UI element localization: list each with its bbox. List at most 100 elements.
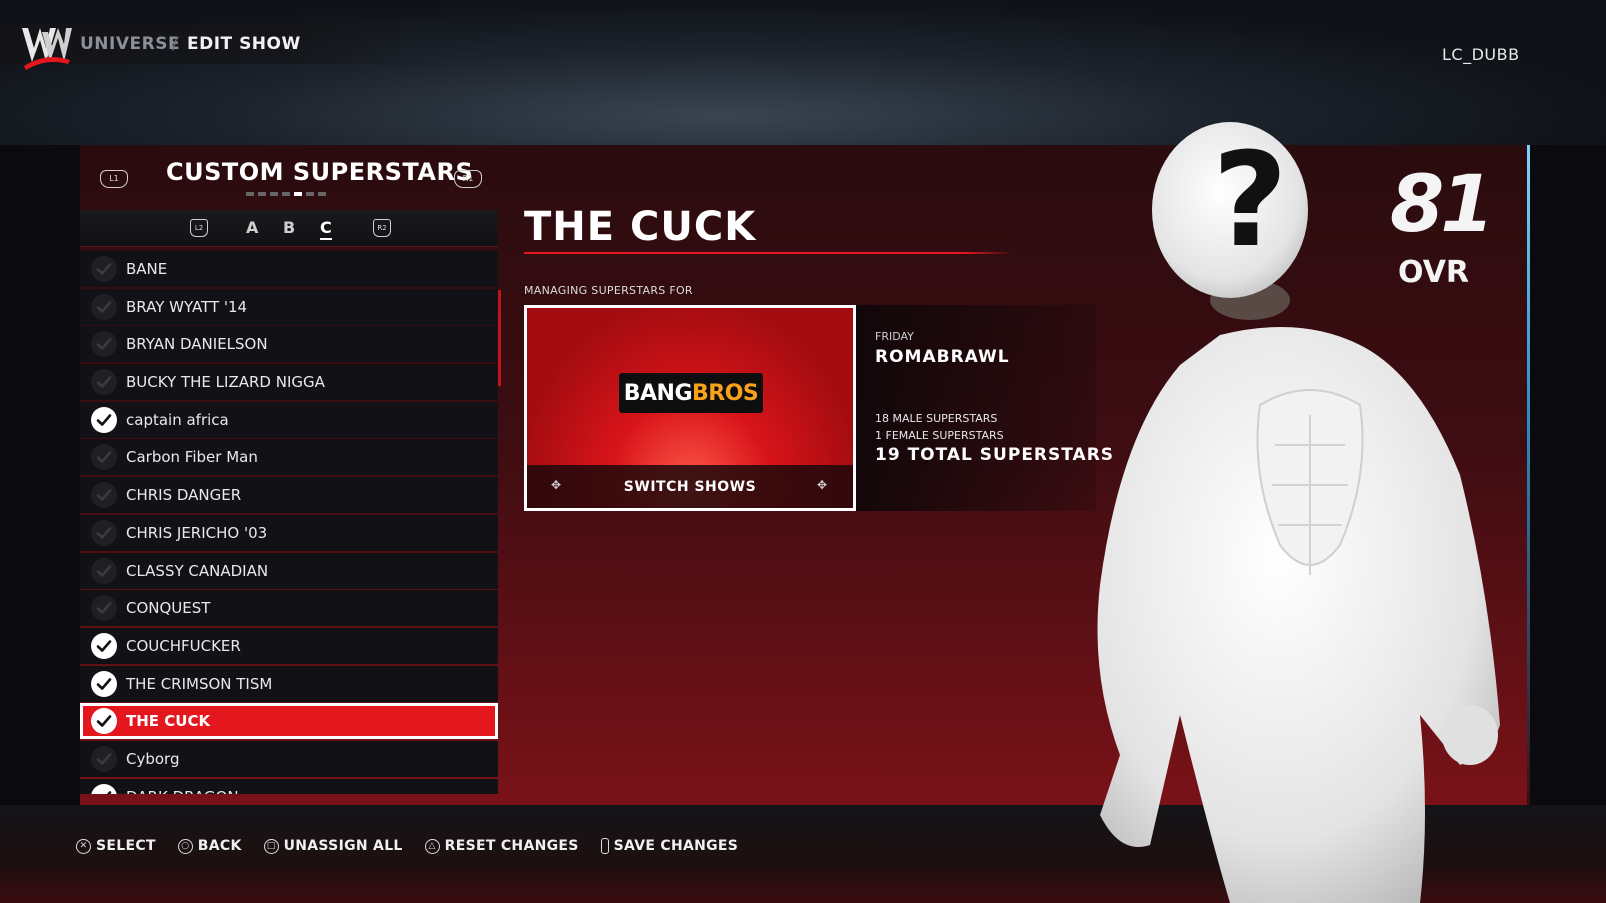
list-item-label: BANE xyxy=(126,260,168,278)
r1-bumper-icon[interactable]: R1 xyxy=(454,170,482,188)
list-item[interactable]: BRYAN DANIELSON xyxy=(80,326,498,363)
breadcrumb-edit-show: EDIT SHOW xyxy=(187,34,301,54)
page-indicator xyxy=(246,192,326,196)
circle-button-icon: ○ xyxy=(177,838,193,854)
male-superstar-count: 18 MALE SUPERSTARS xyxy=(875,412,998,425)
page-dot xyxy=(258,192,266,196)
list-item-label: Cyborg xyxy=(126,749,180,768)
touchpad-button-icon xyxy=(600,838,609,854)
select-label: SELECT xyxy=(96,838,156,854)
selected-superstar-name: THE CUCK xyxy=(524,204,757,250)
page-dot xyxy=(270,192,278,196)
l1-bumper-icon[interactable]: L1 xyxy=(100,170,128,188)
page-dot xyxy=(318,192,326,196)
dpad-right-icon: ✥ xyxy=(817,478,828,492)
list-item-label: BRYAN DANIELSON xyxy=(126,335,268,354)
list-item[interactable]: CONQUEST xyxy=(80,590,498,627)
list-item-label: BRAY WYATT '14 xyxy=(126,297,248,316)
checkmark-icon xyxy=(91,783,117,794)
back-prompt[interactable]: ○ BACK xyxy=(177,838,242,854)
list-item-label: DARK DRAGON xyxy=(126,788,239,794)
reset-changes-label: RESET CHANGES xyxy=(444,838,579,854)
list-item[interactable]: BRAY WYATT '14 xyxy=(80,288,498,325)
checkmark-icon xyxy=(91,670,117,697)
female-superstar-count: 1 FEMALE SUPERSTARS xyxy=(875,429,1004,442)
show-logo-part2: BROS xyxy=(692,380,759,406)
list-item-label: CHRIS DANGER xyxy=(126,486,242,505)
list-item-label: COUCHFUCKER xyxy=(126,636,241,655)
back-label: BACK xyxy=(197,838,242,854)
unchecked-icon xyxy=(91,595,117,622)
reset-changes-prompt[interactable]: △ RESET CHANGES xyxy=(424,838,579,854)
list-item[interactable]: DARK DRAGON xyxy=(80,778,498,794)
list-item[interactable]: COUCHFUCKER xyxy=(80,627,498,664)
triangle-button-icon: △ xyxy=(424,838,440,854)
checkmark-icon xyxy=(91,406,117,433)
switch-shows-label: SWITCH SHOWS xyxy=(623,478,757,495)
page-dot xyxy=(282,192,290,196)
list-item[interactable]: CHRIS DANGER xyxy=(80,477,498,514)
show-logo-part1: BANG xyxy=(623,380,693,406)
select-prompt[interactable]: ✕ SELECT xyxy=(76,838,156,854)
unchecked-icon xyxy=(91,293,117,320)
list-item[interactable]: BANE xyxy=(80,251,498,287)
page-dot xyxy=(294,192,302,196)
panel-title: CUSTOM SUPERSTARS xyxy=(166,158,474,186)
unchecked-icon xyxy=(91,519,117,546)
show-day: FRIDAY xyxy=(875,330,914,343)
list-item-label: Carbon Fiber Man xyxy=(126,448,258,467)
list-item[interactable]: THE CRIMSON TISM xyxy=(80,665,498,702)
show-card[interactable]: BANG BROS ✥ SWITCH SHOWS ✥ xyxy=(524,305,856,511)
managing-label: MANAGING SUPERSTARS FOR xyxy=(524,284,693,297)
save-changes-prompt[interactable]: SAVE CHANGES xyxy=(600,838,739,854)
switch-shows-button[interactable]: ✥ SWITCH SHOWS ✥ xyxy=(527,465,853,508)
list-item-label: CLASSY CANADIAN xyxy=(126,561,269,580)
letter-tab-b[interactable]: B xyxy=(283,218,295,237)
list-item[interactable]: Cyborg xyxy=(80,740,498,777)
page-dot xyxy=(306,192,314,196)
unassign-all-prompt[interactable]: □ UNASSIGN ALL xyxy=(263,838,403,854)
unchecked-icon xyxy=(91,256,117,282)
list-item[interactable]: BUCKY THE LIZARD NIGGA xyxy=(80,364,498,401)
list-item[interactable]: captain africa xyxy=(80,401,498,438)
list-item-label: CONQUEST xyxy=(126,599,211,618)
overall-rating-label: OVR xyxy=(1398,255,1470,290)
save-changes-label: SAVE CHANGES xyxy=(613,838,739,854)
title-underline xyxy=(524,252,1014,254)
list-item[interactable]: CHRIS JERICHO '03 xyxy=(80,514,498,551)
list-scrollbar[interactable] xyxy=(498,290,501,386)
letter-tab-c[interactable]: C xyxy=(320,218,332,240)
list-item-label: captain africa xyxy=(126,410,229,429)
square-button-icon: □ xyxy=(263,838,279,854)
list-item-label: BUCKY THE LIZARD NIGGA xyxy=(126,373,325,392)
breadcrumb-separator: / xyxy=(172,34,178,54)
checkmark-icon xyxy=(91,632,117,659)
unchecked-icon xyxy=(91,444,117,471)
list-item-label: THE CRIMSON TISM xyxy=(126,674,273,693)
svg-text:?: ? xyxy=(1212,124,1287,276)
unassign-all-label: UNASSIGN ALL xyxy=(283,838,403,854)
show-logo: BANG BROS xyxy=(619,373,763,413)
checkmark-icon xyxy=(91,708,117,735)
dpad-left-icon: ✥ xyxy=(551,478,562,492)
username: LC_DUBB xyxy=(1442,45,1520,64)
unchecked-icon xyxy=(91,482,117,509)
letter-tab-a[interactable]: A xyxy=(246,218,258,237)
superstar-list: BANE BRAY WYATT '14 BRYAN DANIELSON BUCKY T… xyxy=(80,251,498,794)
overall-rating-value: 81 xyxy=(1390,160,1495,250)
page-dot xyxy=(246,192,254,196)
unchecked-icon xyxy=(91,557,117,584)
show-name: ROMABRAWL xyxy=(875,347,1010,367)
list-item[interactable]: Carbon Fiber Man xyxy=(80,439,498,476)
unchecked-icon xyxy=(91,745,117,772)
unchecked-icon xyxy=(91,369,117,396)
cross-button-icon: ✕ xyxy=(76,838,91,854)
wwe-logo-icon xyxy=(22,28,72,70)
list-item[interactable]: CLASSY CANADIAN xyxy=(80,552,498,589)
list-item-label: CHRIS JERICHO '03 xyxy=(126,523,268,542)
button-prompts: ✕ SELECT ○ BACK □ UNASSIGN ALL △ RESET C… xyxy=(76,838,738,854)
l2-trigger-icon[interactable]: L2 xyxy=(190,219,208,237)
list-item[interactable]: THE CUCK xyxy=(80,703,498,740)
breadcrumb-universe[interactable]: UNIVERSE xyxy=(80,34,180,54)
r2-trigger-icon[interactable]: R2 xyxy=(373,219,391,237)
